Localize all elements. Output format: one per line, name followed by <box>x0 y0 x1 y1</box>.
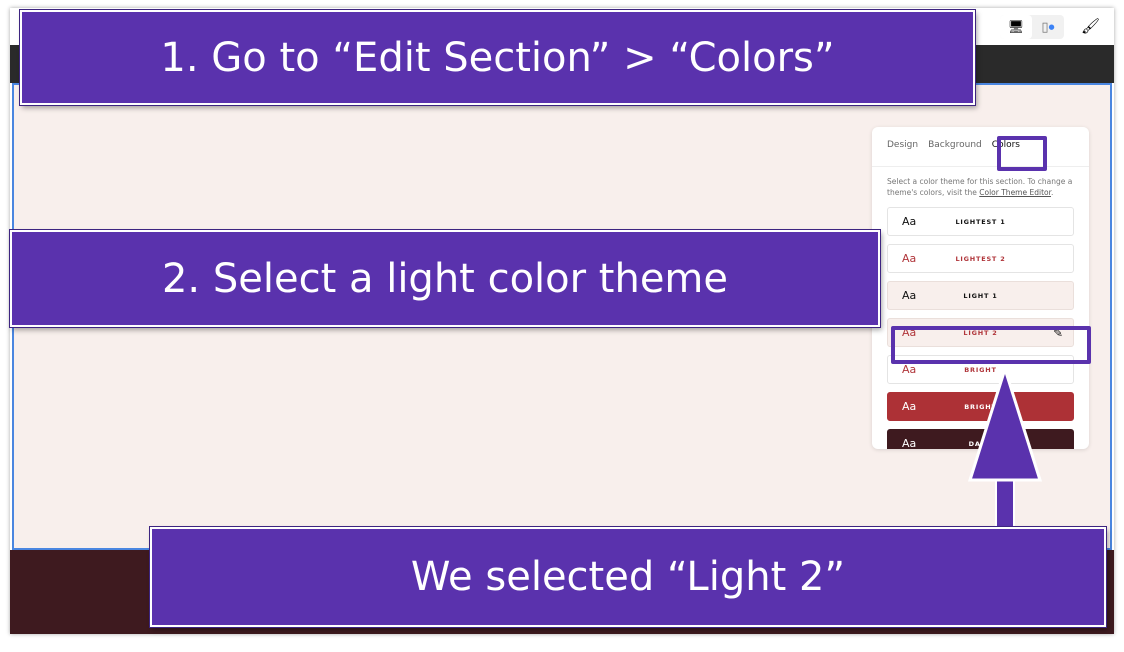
theme-option[interactable]: Aa LIGHTEST 2 <box>887 244 1074 273</box>
theme-option[interactable]: Aa LIGHT 1 <box>887 281 1074 310</box>
light-2-highlight <box>891 326 1091 364</box>
theme-name: LIGHT 1 <box>963 291 998 300</box>
desktop-icon[interactable]: 🖥 <box>1000 15 1032 39</box>
theme-option[interactable]: Aa LIGHTEST 1 <box>887 207 1074 236</box>
panel-description: Select a color theme for this section. T… <box>887 177 1073 197</box>
step-1-callout: 1. Go to “Edit Section” > “Colors” <box>20 10 975 105</box>
theme-name: LIGHTEST 2 <box>955 254 1006 263</box>
arrow-up-icon <box>967 365 1043 530</box>
color-theme-editor-link[interactable]: Color Theme Editor <box>979 188 1051 197</box>
tab-background[interactable]: Background <box>928 140 982 166</box>
result-callout: We selected “Light 2” <box>150 527 1106 627</box>
step-2-callout: 2. Select a light color theme <box>10 230 880 327</box>
colors-tab-highlight <box>997 136 1047 171</box>
paintbrush-icon[interactable]: 🖌 <box>1081 17 1100 35</box>
theme-name: LIGHTEST 1 <box>955 217 1006 226</box>
mobile-icon[interactable]: ▯ ● <box>1032 15 1064 39</box>
device-toggle: 🖥 ▯ ● <box>1000 15 1064 39</box>
tab-design[interactable]: Design <box>887 140 918 166</box>
